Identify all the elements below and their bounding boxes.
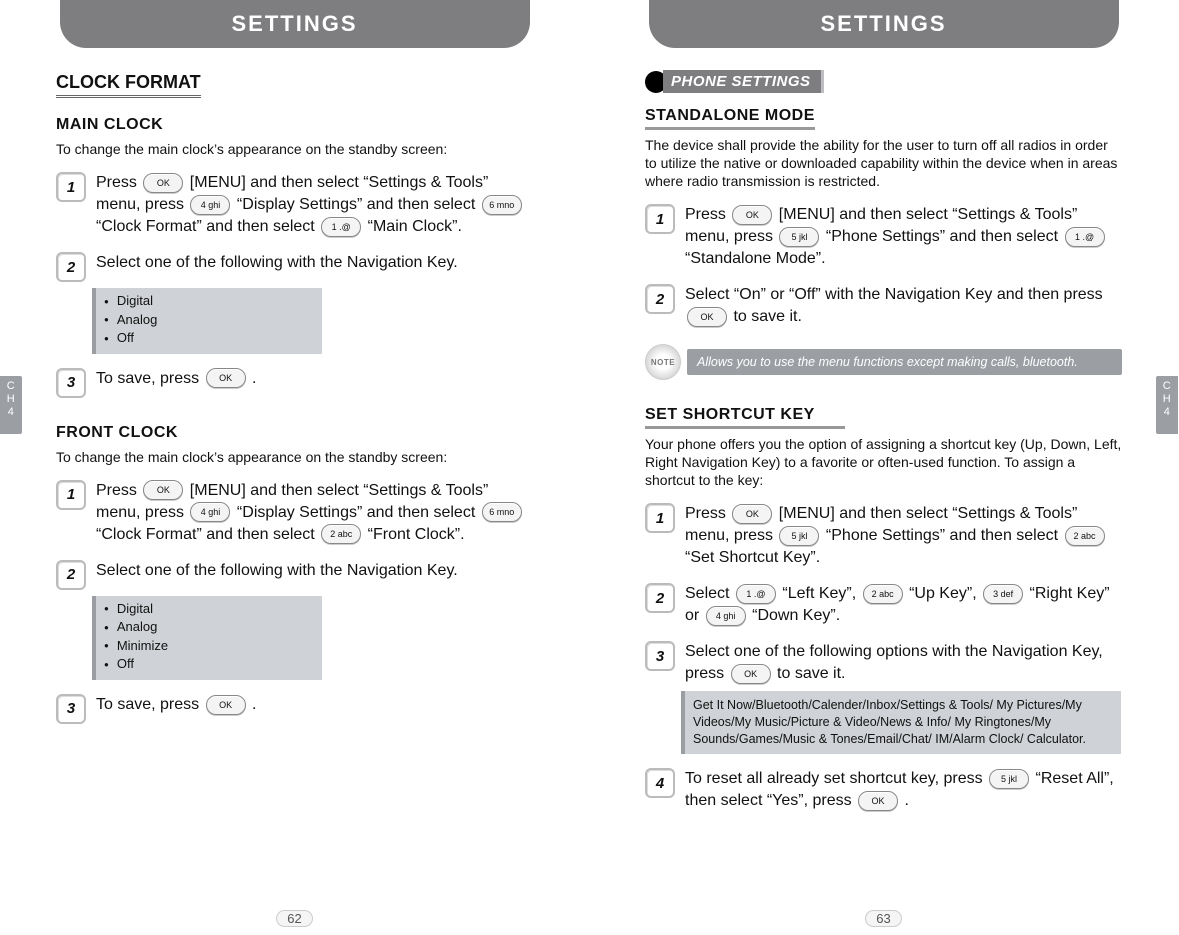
phone-settings-label: PHONE SETTINGS xyxy=(663,70,824,93)
key-1-icon: 1 .@ xyxy=(1065,227,1105,247)
rule-icon xyxy=(645,426,845,429)
key-5-icon: 5 jkl xyxy=(779,227,819,247)
step-text: Select one of the following with the Nav… xyxy=(96,560,533,582)
main-step-1: 1 Press OK [MENU] and then select “Setti… xyxy=(56,172,533,238)
chapter-tab: CH4 xyxy=(1156,376,1178,434)
ok-key-icon: OK xyxy=(732,205,772,225)
step-text: Press OK [MENU] and then select “Setting… xyxy=(685,204,1122,270)
ok-key-icon: OK xyxy=(732,504,772,524)
clock-format-title: CLOCK FORMAT xyxy=(56,72,533,98)
key-1-icon: 1 .@ xyxy=(321,217,361,237)
ok-key-icon: OK xyxy=(858,791,898,811)
step-text: To reset all already set shortcut key, p… xyxy=(685,768,1122,812)
page-left: CH4 SETTINGS CLOCK FORMAT MAIN CLOCK To … xyxy=(0,0,589,935)
ok-key-icon: OK xyxy=(206,368,246,388)
key-2-icon: 2 abc xyxy=(1065,526,1105,546)
key-5-icon: 5 jkl xyxy=(989,769,1029,789)
ok-key-icon: OK xyxy=(206,695,246,715)
front-clock-title: FRONT CLOCK xyxy=(56,424,533,442)
standalone-title: STANDALONE MODE xyxy=(645,107,1122,125)
ok-key-icon: OK xyxy=(143,480,183,500)
key-4-icon: 4 ghi xyxy=(190,195,230,215)
standalone-step-2: 2 Select “On” or “Off” with the Navigati… xyxy=(645,284,1122,328)
ok-key-icon: OK xyxy=(687,307,727,327)
note-bar: NOTE Allows you to use the menu function… xyxy=(645,344,1122,380)
step-text: Select one of the following with the Nav… xyxy=(96,252,533,274)
step-number-icon: 1 xyxy=(645,503,675,533)
key-1-icon: 1 .@ xyxy=(736,584,776,604)
rule-icon xyxy=(645,127,815,130)
step-text: Press OK [MENU] and then select “Setting… xyxy=(96,172,533,238)
ok-key-icon: OK xyxy=(731,664,771,684)
front-clock-desc: To change the main clock’s appearance on… xyxy=(56,448,533,466)
step-number-icon: 2 xyxy=(56,252,86,282)
page-number: 62 xyxy=(0,910,589,927)
option-item: Off xyxy=(104,655,314,674)
option-item: Digital xyxy=(104,600,314,619)
option-item: Analog xyxy=(104,311,314,330)
main-clock-title: MAIN CLOCK xyxy=(56,116,533,134)
option-item: Digital xyxy=(104,292,314,311)
front-options: Digital Analog Minimize Off xyxy=(92,596,322,680)
option-item: Analog xyxy=(104,618,314,637)
shortcut-step-2: 2 Select 1 .@ “Left Key”, 2 abc “Up Key”… xyxy=(645,583,1122,627)
step-number-icon: 1 xyxy=(56,172,86,202)
key-5-icon: 5 jkl xyxy=(779,526,819,546)
step-text: To save, press OK . xyxy=(96,694,533,716)
step-number-icon: 2 xyxy=(645,284,675,314)
shortcut-step-1: 1 Press OK [MENU] and then select “Setti… xyxy=(645,503,1122,569)
shortcut-step-4: 4 To reset all already set shortcut key,… xyxy=(645,768,1122,812)
note-text: Allows you to use the menu functions exc… xyxy=(687,349,1122,375)
main-step-3: 3 To save, press OK . xyxy=(56,368,533,398)
key-4-icon: 4 ghi xyxy=(706,606,746,626)
key-3-icon: 3 def xyxy=(983,584,1023,604)
page-number: 63 xyxy=(589,910,1178,927)
step-number-icon: 1 xyxy=(645,204,675,234)
step-text: Press OK [MENU] and then select “Setting… xyxy=(685,503,1122,569)
standalone-desc: The device shall provide the ability for… xyxy=(645,136,1122,190)
step-text: Select one of the following options with… xyxy=(685,641,1122,685)
key-6-icon: 6 mno xyxy=(482,502,522,522)
chapter-tab: CH4 xyxy=(0,376,22,434)
step-text: To save, press OK . xyxy=(96,368,533,390)
key-2-icon: 2 abc xyxy=(863,584,903,604)
shortcut-step-3: 3 Select one of the following options wi… xyxy=(645,641,1122,685)
option-item: Off xyxy=(104,329,314,348)
front-step-3: 3 To save, press OK . xyxy=(56,694,533,724)
front-step-2: 2 Select one of the following with the N… xyxy=(56,560,533,590)
step-number-icon: 2 xyxy=(56,560,86,590)
step-number-icon: 3 xyxy=(56,368,86,398)
main-options: Digital Analog Off xyxy=(92,288,322,354)
step-number-icon: 3 xyxy=(56,694,86,724)
main-clock-desc: To change the main clock’s appearance on… xyxy=(56,140,533,158)
note-icon: NOTE xyxy=(645,344,681,380)
shortcut-options: Get It Now/Bluetooth/Calender/Inbox/Sett… xyxy=(681,691,1121,754)
header-tab-left: SETTINGS xyxy=(60,0,530,48)
step-number-icon: 4 xyxy=(645,768,675,798)
shortcut-title: SET SHORTCUT KEY xyxy=(645,406,1122,424)
step-text: Select 1 .@ “Left Key”, 2 abc “Up Key”, … xyxy=(685,583,1122,627)
key-4-icon: 4 ghi xyxy=(190,502,230,522)
front-step-1: 1 Press OK [MENU] and then select “Setti… xyxy=(56,480,533,546)
ok-key-icon: OK xyxy=(143,173,183,193)
step-text: Press OK [MENU] and then select “Setting… xyxy=(96,480,533,546)
main-step-2: 2 Select one of the following with the N… xyxy=(56,252,533,282)
page-right: CH4 SETTINGS PHONE SETTINGS STANDALONE M… xyxy=(589,0,1178,935)
step-text: Select “On” or “Off” with the Navigation… xyxy=(685,284,1122,328)
key-6-icon: 6 mno xyxy=(482,195,522,215)
step-number-icon: 2 xyxy=(645,583,675,613)
standalone-step-1: 1 Press OK [MENU] and then select “Setti… xyxy=(645,204,1122,270)
header-tab-right: SETTINGS xyxy=(649,0,1119,48)
shortcut-desc: Your phone offers you the option of assi… xyxy=(645,435,1122,489)
phone-settings-heading: PHONE SETTINGS xyxy=(645,70,1122,93)
step-number-icon: 3 xyxy=(645,641,675,671)
option-item: Minimize xyxy=(104,637,314,656)
key-2-icon: 2 abc xyxy=(321,524,361,544)
step-number-icon: 1 xyxy=(56,480,86,510)
